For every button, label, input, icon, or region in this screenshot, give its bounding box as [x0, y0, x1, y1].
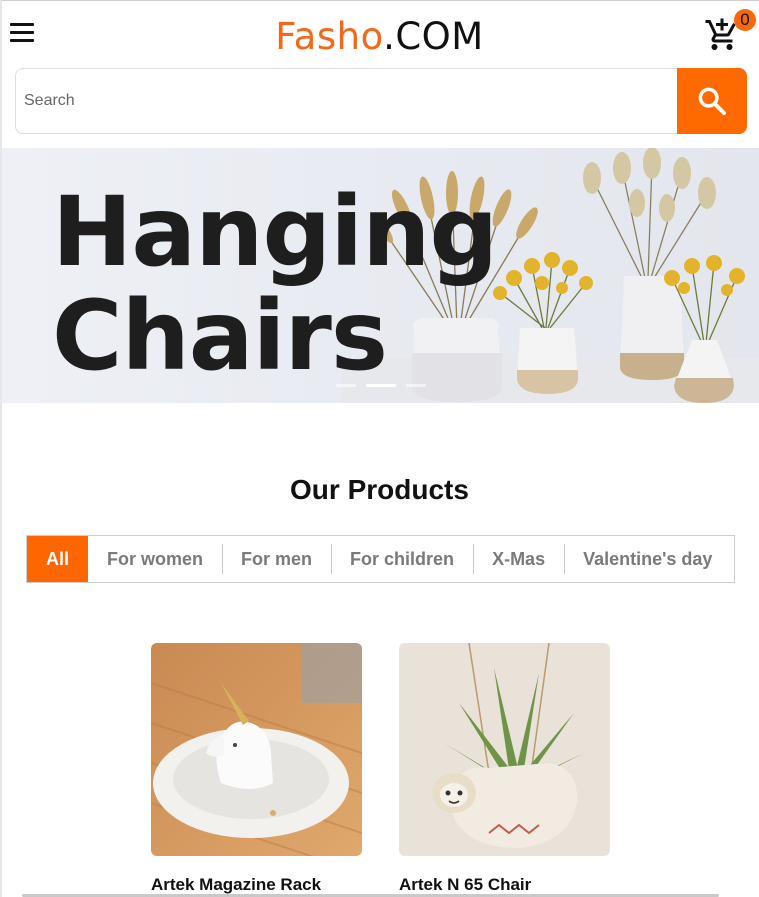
- window-left-border: [0, 0, 2, 897]
- carousel-dot-2[interactable]: [366, 384, 396, 387]
- product-card[interactable]: Artek N 65 Chair: [399, 643, 610, 894]
- cart-button[interactable]: 0: [704, 9, 756, 57]
- hero-line-1: Hanging: [52, 176, 498, 288]
- tab-for-children[interactable]: For children: [331, 536, 473, 582]
- product-name[interactable]: Artek N 65 Chair: [399, 875, 639, 895]
- search-bar: [15, 68, 748, 134]
- site-header: Fasho.COM 0: [0, 1, 759, 67]
- tab-for-women[interactable]: For women: [88, 536, 222, 582]
- sloth-planter-image[interactable]: [399, 643, 610, 856]
- logo-brand: Fasho: [275, 15, 384, 58]
- carousel-dot-3[interactable]: [406, 384, 426, 387]
- tab-x-mas[interactable]: X-Mas: [473, 536, 564, 582]
- category-tabs: All For women For men For children X-Mas…: [26, 535, 735, 583]
- hero-headline: Hanging Chairs: [52, 176, 498, 392]
- tab-for-men[interactable]: For men: [222, 536, 331, 582]
- search-input[interactable]: [15, 68, 679, 134]
- tab-valentines-day[interactable]: Valentine's day: [564, 536, 731, 582]
- search-button[interactable]: [677, 68, 747, 134]
- hero-carousel[interactable]: Hanging Chairs: [2, 148, 759, 403]
- carousel-dot-1[interactable]: [336, 384, 356, 387]
- unicorn-ring-dish-image[interactable]: [151, 643, 362, 856]
- search-icon: [698, 87, 726, 115]
- hero-line-2: Chairs: [52, 280, 388, 392]
- logo-domain: .COM: [383, 15, 484, 58]
- tab-all[interactable]: All: [27, 536, 89, 582]
- site-logo[interactable]: Fasho.COM: [0, 15, 759, 58]
- cart-count-badge: 0: [734, 9, 756, 31]
- product-card[interactable]: Artek Magazine Rack: [151, 643, 362, 894]
- product-name[interactable]: Artek Magazine Rack: [151, 875, 391, 895]
- section-title: Our Products: [290, 474, 469, 505]
